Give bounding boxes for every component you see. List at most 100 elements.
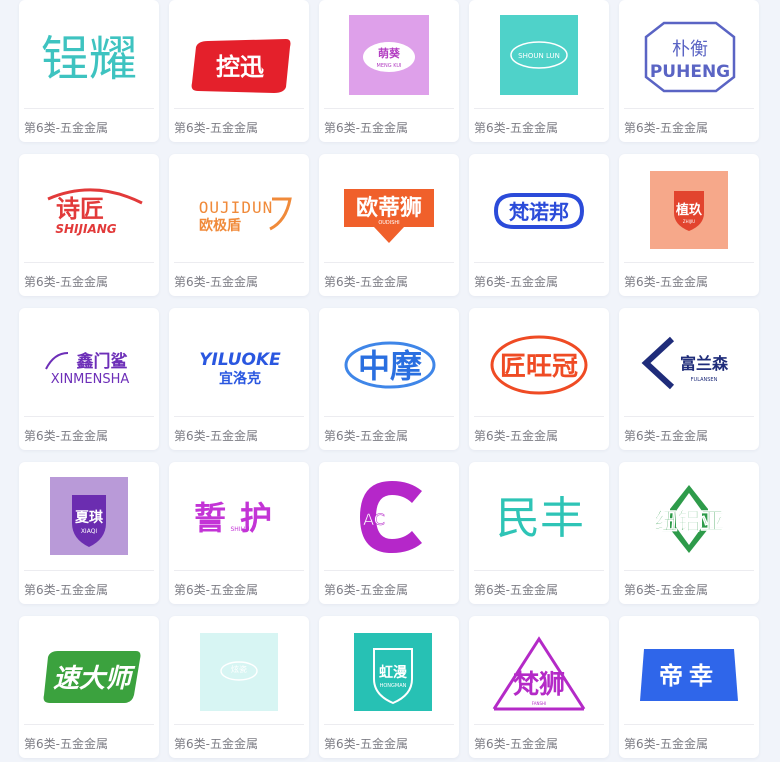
divider xyxy=(324,416,454,417)
trademark-card[interactable]: 民丰 第6类-五金金属 xyxy=(469,462,609,604)
logo-image: 鑫门鲨 XINMENSHA xyxy=(24,313,154,411)
trademark-card[interactable]: 梵诺邦 第6类-五金金属 xyxy=(469,154,609,296)
trademark-card[interactable]: 夏琪 XIAQI 第6类-五金金属 xyxy=(19,462,159,604)
logo-image: OUJIDUN 欧极盾 xyxy=(174,159,304,257)
trademark-card[interactable]: 朴衡 PUHENG 第6类-五金金属 xyxy=(619,0,759,142)
category-label: 第6类-五金金属 xyxy=(624,275,708,289)
logo-text: 匠旺冠 xyxy=(500,352,578,382)
divider xyxy=(624,262,754,263)
divider xyxy=(624,108,754,109)
logo-image: 夏琪 XIAQI xyxy=(24,467,154,565)
category-label: 第6类-五金金属 xyxy=(624,429,708,443)
divider xyxy=(24,724,154,725)
logo-image: 诗匠 SHIJIANG xyxy=(24,159,154,257)
divider xyxy=(24,570,154,571)
logo-subtext: FULANSEN xyxy=(691,377,718,383)
logo-image: 锃耀 xyxy=(24,5,154,103)
logo-image: 速大师 xyxy=(24,621,154,719)
divider xyxy=(174,108,304,109)
logo-image: 民丰 xyxy=(474,467,604,565)
trademark-card[interactable]: 梵狮 FANSHI 第6类-五金金属 xyxy=(469,616,609,758)
divider xyxy=(24,416,154,417)
logo-image: 誓护 SHIHU xyxy=(174,467,304,565)
trademark-card[interactable]: 控迅 第6类-五金金属 xyxy=(169,0,309,142)
divider xyxy=(174,570,304,571)
trademark-card[interactable]: 植玖 ZHIJIU 第6类-五金金属 xyxy=(619,154,759,296)
logo-subtext: 欧极盾 xyxy=(199,217,241,234)
divider xyxy=(324,262,454,263)
category-label: 第6类-五金金属 xyxy=(624,737,708,751)
logo-subtext: XIAQI xyxy=(81,528,98,535)
divider xyxy=(624,570,754,571)
logo-text: 纽铝亚 xyxy=(655,508,724,535)
divider xyxy=(624,724,754,725)
logo-image: 梵诺邦 xyxy=(474,159,604,257)
divider xyxy=(474,724,604,725)
divider xyxy=(24,262,154,263)
logo-image: YILUOKE 宜洛克 xyxy=(174,313,304,411)
logo-subtext: MENG KUI xyxy=(377,63,402,69)
trademark-card[interactable]: 炫瓷 第6类-五金金属 xyxy=(169,616,309,758)
logo-image: 纽铝亚 xyxy=(624,467,754,565)
logo-text: OUJIDUN xyxy=(199,198,273,217)
category-label: 第6类-五金金属 xyxy=(174,429,258,443)
trademark-card[interactable]: 中摩 第6类-五金金属 xyxy=(319,308,459,450)
trademark-card[interactable]: 萌葵 MENG KUI 第6类-五金金属 xyxy=(319,0,459,142)
logo-text: 民丰 xyxy=(496,493,584,544)
logo-text: 富兰森 xyxy=(680,354,729,373)
logo-text: YILUOKE xyxy=(199,350,281,370)
logo-text: 朴衡 xyxy=(672,39,708,60)
trademark-card[interactable]: 速大师 第6类-五金金属 xyxy=(19,616,159,758)
category-label: 第6类-五金金属 xyxy=(324,429,408,443)
trademark-card[interactable]: 富兰森 FULANSEN 第6类-五金金属 xyxy=(619,308,759,450)
trademark-grid: 锃耀 第6类-五金金属 控迅 第6类-五金金属 萌葵 MENG KUI 第6类-… xyxy=(0,0,780,762)
trademark-card[interactable]: SHOUN LUN 第6类-五金金属 xyxy=(469,0,609,142)
trademark-card[interactable]: 匠旺冠 第6类-五金金属 xyxy=(469,308,609,450)
logo-text: 梵诺邦 xyxy=(509,200,569,224)
logo-text: 夏琪 xyxy=(75,509,103,526)
category-label: 第6类-五金金属 xyxy=(474,583,558,597)
logo-text: 虹漫 xyxy=(379,664,408,681)
logo-subtext: XINMENSHA xyxy=(51,372,130,387)
logo-text: 萌葵 xyxy=(378,46,401,60)
category-label: 第6类-五金金属 xyxy=(324,583,408,597)
trademark-card[interactable]: 鑫门鲨 XINMENSHA 第6类-五金金属 xyxy=(19,308,159,450)
category-label: 第6类-五金金属 xyxy=(474,737,558,751)
logo-image: AC xyxy=(324,467,454,565)
logo-subtext: OUDISHI xyxy=(378,220,399,226)
divider xyxy=(624,416,754,417)
logo-image: 富兰森 FULANSEN xyxy=(624,313,754,411)
trademark-card[interactable]: 锃耀 第6类-五金金属 xyxy=(19,0,159,142)
trademark-card[interactable]: 诗匠 SHIJIANG 第6类-五金金属 xyxy=(19,154,159,296)
trademark-card[interactable]: 虹漫 HONGMAN 第6类-五金金属 xyxy=(319,616,459,758)
category-label: 第6类-五金金属 xyxy=(174,583,258,597)
trademark-card[interactable]: YILUOKE 宜洛克 第6类-五金金属 xyxy=(169,308,309,450)
trademark-card[interactable]: AC 第6类-五金金属 xyxy=(319,462,459,604)
category-label: 第6类-五金金属 xyxy=(324,121,408,135)
category-label: 第6类-五金金属 xyxy=(24,429,108,443)
logo-text: 中摩 xyxy=(358,347,422,385)
trademark-card[interactable]: 誓护 SHIHU 第6类-五金金属 xyxy=(169,462,309,604)
logo-image: 萌葵 MENG KUI xyxy=(324,5,454,103)
logo-text: AC xyxy=(363,510,385,529)
logo-text: 帝幸 xyxy=(659,662,719,690)
logo-text: 鑫门鲨 xyxy=(76,351,128,372)
logo-text: SHOUN LUN xyxy=(518,52,560,60)
logo-text: 速大师 xyxy=(53,664,136,694)
category-label: 第6类-五金金属 xyxy=(24,737,108,751)
trademark-card[interactable]: 纽铝亚 第6类-五金金属 xyxy=(619,462,759,604)
divider xyxy=(474,262,604,263)
trademark-card[interactable]: 欧蒂狮 OUDISHI 第6类-五金金属 xyxy=(319,154,459,296)
category-label: 第6类-五金金属 xyxy=(324,275,408,289)
logo-text: 植玖 xyxy=(675,202,703,218)
logo-image: SHOUN LUN xyxy=(474,5,604,103)
logo-subtext: PUHENG xyxy=(650,62,730,82)
category-label: 第6类-五金金属 xyxy=(324,737,408,751)
logo-image: 帝幸 xyxy=(624,621,754,719)
divider xyxy=(24,108,154,109)
trademark-card[interactable]: OUJIDUN 欧极盾 第6类-五金金属 xyxy=(169,154,309,296)
logo-text: 控迅 xyxy=(216,53,264,81)
trademark-card[interactable]: 帝幸 第6类-五金金属 xyxy=(619,616,759,758)
logo-text: 诗匠 xyxy=(56,195,104,223)
logo-text: 炫瓷 xyxy=(231,664,247,674)
